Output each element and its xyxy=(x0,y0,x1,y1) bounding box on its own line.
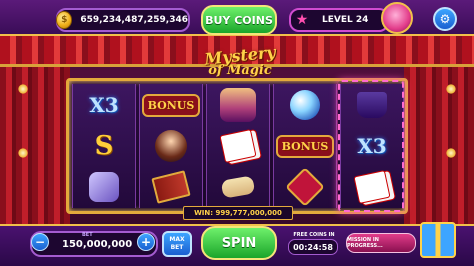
reel-4: BONUS xyxy=(273,84,337,208)
gift-icon[interactable] xyxy=(420,222,456,258)
bet-value: 150,000,000 xyxy=(62,239,133,250)
magician-icon xyxy=(155,130,187,162)
playing-cards-icon xyxy=(219,128,257,164)
reel-cell xyxy=(210,86,266,124)
reel-1: X3 S xyxy=(72,84,136,208)
game-stage: $ 659,234,487,259,346 BUY COINS ★ LEVEL … xyxy=(0,0,474,266)
lamp-icon xyxy=(18,148,28,158)
max-bet-line1: MAX xyxy=(169,236,185,243)
bet-label: BET xyxy=(82,232,93,238)
coin-balance-value: 659,234,487,259,346 xyxy=(80,15,188,25)
scroll-icon xyxy=(220,175,256,199)
coin-balance: $ 659,234,487,259,346 xyxy=(56,8,190,32)
reel-cell xyxy=(277,167,333,207)
free-coins-label: FREE COINS IN xyxy=(293,232,335,238)
x3-symbol: X3 xyxy=(89,93,119,117)
spellbook-icon xyxy=(151,170,191,204)
winning-reel-highlight xyxy=(338,80,404,212)
gear-icon: ⚙ xyxy=(439,12,451,26)
increase-bet-button[interactable]: + xyxy=(137,233,155,251)
bonus-symbol: BONUS xyxy=(275,134,335,158)
coin-icon: $ xyxy=(56,11,73,29)
s-symbol: S xyxy=(94,131,114,161)
reel-cell xyxy=(210,168,266,206)
reel-3 xyxy=(206,84,270,208)
buy-coins-button[interactable]: BUY COINS xyxy=(201,5,277,35)
lamp-icon xyxy=(446,148,456,158)
max-bet-line2: BET xyxy=(170,244,184,251)
win-display: WIN: 999,777,000,000 xyxy=(183,206,293,220)
level-label: LEVEL 24 xyxy=(322,15,369,25)
plus-icon: + xyxy=(140,235,152,249)
level-indicator: ★ LEVEL 24 xyxy=(289,8,389,32)
heart-locket-icon xyxy=(285,167,325,207)
max-bet-button[interactable]: MAX BET xyxy=(162,231,192,257)
reel-cell xyxy=(210,127,266,165)
lamp-icon xyxy=(446,84,456,94)
crystal-ball-icon xyxy=(290,90,320,120)
minus-icon: − xyxy=(34,235,46,249)
free-coins-timer: 00:24:58 xyxy=(288,239,338,255)
reel-cell xyxy=(277,86,333,124)
reel-cell: X3 xyxy=(76,86,132,124)
reel-cell: BONUS xyxy=(141,86,201,124)
reel-cell xyxy=(143,168,199,206)
star-icon: ★ xyxy=(295,12,309,28)
magician-woman-icon xyxy=(220,88,256,122)
reel-cell xyxy=(76,168,132,206)
avatar[interactable] xyxy=(381,2,413,34)
win-amount: WIN: 999,777,000,000 xyxy=(194,209,282,217)
spin-button[interactable]: SPIN xyxy=(201,226,277,260)
reel-cell: BONUS xyxy=(275,127,335,165)
lamp-icon xyxy=(18,84,28,94)
decrease-bet-button[interactable]: − xyxy=(31,233,49,251)
bonus-symbol: BONUS xyxy=(141,93,201,117)
magic-wand-icon xyxy=(89,172,119,202)
reel-cell xyxy=(143,127,199,165)
settings-button[interactable]: ⚙ xyxy=(433,7,457,31)
reel-2: BONUS xyxy=(139,84,203,208)
mission-button[interactable]: MISSION IN PROGRESS... xyxy=(346,233,416,253)
reel-cell: S xyxy=(76,127,132,165)
